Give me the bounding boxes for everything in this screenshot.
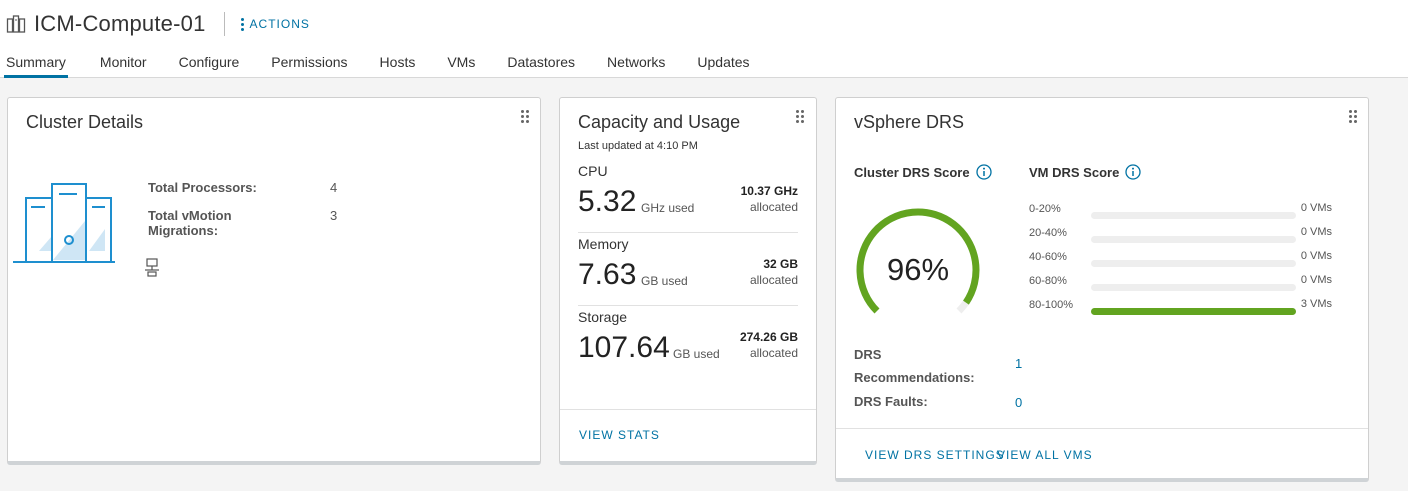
cpu-used-unit: GHz used <box>641 201 695 215</box>
footer-divider <box>560 409 816 410</box>
range-label: 80-100% <box>1029 299 1074 311</box>
network-host-icon <box>145 258 159 277</box>
vm-bar-track <box>1091 236 1296 243</box>
tab-hosts[interactable]: Hosts <box>380 52 416 78</box>
title-row: ICM-Compute-01 ACTIONS <box>6 10 310 38</box>
card-title: Cluster Details <box>26 112 144 132</box>
storage-label: Storage <box>578 309 628 325</box>
memory-used-value: 7.63 <box>578 258 637 291</box>
cpu-label: CPU <box>578 163 608 179</box>
cluster-details-card: Cluster Details Total Processors: 4 Tota… <box>7 97 541 465</box>
total-vmotion-value: 3 <box>330 208 338 223</box>
drag-handle-icon[interactable] <box>521 110 529 124</box>
divider <box>578 305 798 306</box>
actions-label: ACTIONS <box>249 17 310 31</box>
cpu-allocated-label: allocated <box>749 200 798 214</box>
memory-allocated-value: 32 GB <box>763 257 798 271</box>
tab-networks[interactable]: Networks <box>607 52 665 78</box>
tab-summary[interactable]: Summary <box>4 52 68 78</box>
vm-bar-fill <box>1091 308 1296 315</box>
drag-handle-icon[interactable] <box>1349 110 1357 124</box>
tab-datastores[interactable]: Datastores <box>507 52 575 78</box>
tab-configure[interactable]: Configure <box>179 52 240 78</box>
footer-divider <box>836 428 1368 429</box>
range-label: 60-80% <box>1029 275 1067 287</box>
memory-label: Memory <box>578 236 629 252</box>
drs-score-value: 96% <box>886 252 950 287</box>
title-divider <box>223 12 225 36</box>
tab-monitor[interactable]: Monitor <box>100 52 147 78</box>
storage-used-unit: GB used <box>673 347 720 361</box>
divider <box>578 232 798 233</box>
vm-bar-track <box>1091 212 1296 219</box>
vm-drs-score-heading: VM DRS Score <box>1029 164 1141 180</box>
storage-allocated-value: 274.26 GB <box>739 330 798 344</box>
tab-updates[interactable]: Updates <box>697 52 749 78</box>
total-vmotion-label: Total vMotion Migrations: <box>148 208 232 238</box>
cluster-drs-score-heading: Cluster DRS Score <box>854 164 992 180</box>
tab-permissions[interactable]: Permissions <box>271 52 347 78</box>
cpu-used-value: 5.32 <box>578 185 637 218</box>
info-icon[interactable] <box>975 164 992 180</box>
storage-used-value: 107.64 <box>578 331 670 364</box>
card-title: Capacity and Usage <box>578 112 741 132</box>
total-processors-label: Total Processors: <box>148 180 257 195</box>
view-stats-link[interactable]: VIEW STATS <box>579 428 660 442</box>
card-title: vSphere DRS <box>854 112 965 132</box>
page-title: ICM-Compute-01 <box>34 11 206 36</box>
vm-count: 0 VMs <box>1300 274 1332 286</box>
range-label: 20-40% <box>1029 227 1067 239</box>
cluster-drs-score-label: Cluster DRS Score <box>854 164 970 180</box>
vm-count: 3 VMs <box>1300 298 1332 310</box>
vm-bar-track <box>1091 308 1296 315</box>
range-label: 0-20% <box>1029 203 1061 215</box>
cluster-icon <box>6 15 26 33</box>
vm-count: 0 VMs <box>1300 226 1332 238</box>
tab-bar: Summary Monitor Configure Permissions Ho… <box>4 52 782 78</box>
drs-faults-value[interactable]: 0 <box>1015 395 1022 410</box>
last-updated-text: Last updated at 4:10 PM <box>578 140 698 152</box>
actions-button[interactable]: ACTIONS <box>240 17 310 32</box>
memory-allocated-label: allocated <box>749 273 798 287</box>
storage-allocated-label: allocated <box>749 346 798 360</box>
tab-vms[interactable]: VMs <box>447 52 475 78</box>
memory-used-unit: GB used <box>641 274 688 288</box>
drag-handle-icon[interactable] <box>796 110 804 124</box>
view-all-vms-link[interactable]: VIEW ALL VMS <box>997 448 1093 462</box>
object-header: ICM-Compute-01 ACTIONS Summary Monitor C… <box>0 0 1408 78</box>
capacity-usage-card: Capacity and Usage Last updated at 4:10 … <box>559 97 817 465</box>
cluster-illustration-icon <box>13 183 115 263</box>
vm-count: 0 VMs <box>1300 250 1332 262</box>
vm-bar-track <box>1091 284 1296 291</box>
view-drs-settings-link[interactable]: VIEW DRS SETTINGS <box>865 448 1005 462</box>
vsphere-drs-card: vSphere DRS Cluster DRS Score VM DRS Sco… <box>835 97 1369 482</box>
vm-bar-track <box>1091 260 1296 267</box>
drs-faults-label: DRS Faults: <box>854 394 928 409</box>
drs-recommendations-value[interactable]: 1 <box>1015 356 1022 371</box>
drs-recommendations-label: DRS Recommendations: <box>854 347 975 385</box>
vm-count: 0 VMs <box>1300 202 1332 214</box>
cpu-allocated-value: 10.37 GHz <box>740 184 798 198</box>
range-label: 40-60% <box>1029 251 1067 263</box>
info-icon[interactable] <box>1125 164 1141 180</box>
vm-drs-score-label: VM DRS Score <box>1029 164 1120 180</box>
total-processors-value: 4 <box>330 180 338 195</box>
kebab-icon <box>240 17 244 32</box>
